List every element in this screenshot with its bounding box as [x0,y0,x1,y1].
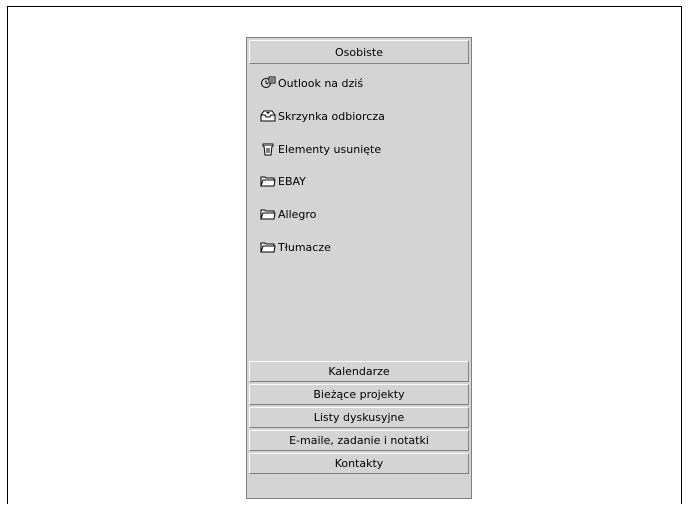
group-header-kalendarze[interactable]: Kalendarze [249,361,469,382]
group-header-label: Listy dyskusyjne [313,411,405,424]
shortcut-inbox[interactable]: Skrzynka odbiorcza [259,107,385,125]
group-header-kontakty[interactable]: Kontakty [249,453,469,474]
outlook-today-icon [259,75,277,91]
shortcut-label: Elementy usunięte [278,142,382,156]
shortcut-label: EBAY [278,174,306,188]
folder-icon [259,206,277,222]
group-header-label: Osobiste [335,45,383,59]
outlook-bar: Osobiste Outlook na dziś Skrzynka odbior… [246,37,472,499]
shortcut-folder-ebay[interactable]: EBAY [259,172,306,190]
shortcut-folder-tlumacze[interactable]: Tłumacze [259,238,331,256]
shortcut-items-pane: Outlook na dziś Skrzynka odbiorcza Eleme… [249,65,469,358]
folder-icon [259,239,277,255]
shortcut-label: Skrzynka odbiorcza [278,109,385,123]
window-frame: Osobiste Outlook na dziś Skrzynka odbior… [7,6,682,504]
group-header-label: Kalendarze [328,365,390,378]
shortcut-label: Outlook na dziś [278,76,364,90]
inbox-icon [259,108,277,124]
shortcut-label: Tłumacze [278,240,331,254]
group-header-biezace-projekty[interactable]: Bieżące projekty [249,384,469,405]
group-header-label: Bieżące projekty [313,388,405,401]
shortcut-folder-allegro[interactable]: Allegro [259,205,316,223]
group-header-listy-dyskusyjne[interactable]: Listy dyskusyjne [249,407,469,428]
group-header-emaile-zadanie-notatki[interactable]: E-maile, zadanie i notatki [249,430,469,451]
shortcut-label: Allegro [278,207,317,221]
folder-icon [259,173,277,189]
group-header-osobiste[interactable]: Osobiste [249,40,469,64]
trash-icon [259,141,277,157]
shortcut-deleted-items[interactable]: Elementy usunięte [259,140,381,158]
group-header-label: Kontakty [334,457,384,470]
group-header-label: E-maile, zadanie i notatki [289,434,429,447]
shortcut-outlook-today[interactable]: Outlook na dziś [259,74,363,92]
